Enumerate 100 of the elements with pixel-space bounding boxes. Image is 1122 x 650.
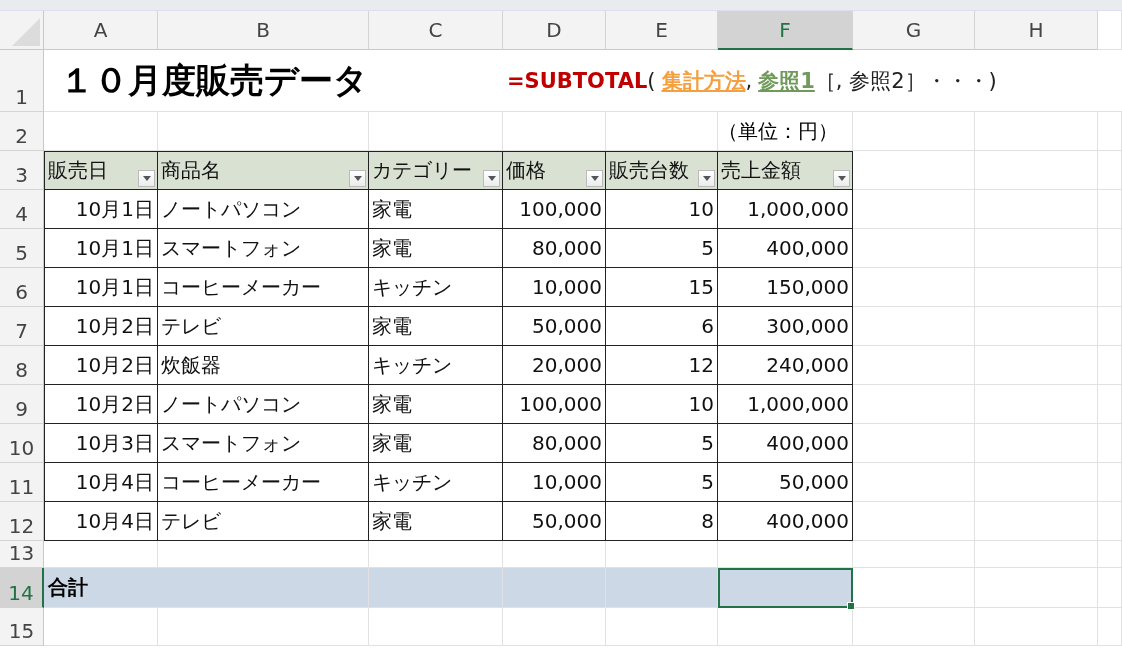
caret-icon: [353, 176, 362, 181]
column-header[interactable]: H: [975, 11, 1098, 50]
table-cell: キッチン: [369, 268, 503, 307]
table-cell: 家電: [369, 190, 503, 229]
empty-cell: [1098, 190, 1122, 229]
row-header[interactable]: 9: [0, 385, 44, 424]
empty-cell: [1098, 346, 1122, 385]
column-heading: 商品名: [158, 151, 369, 190]
filter-button[interactable]: [833, 170, 850, 187]
table-cell: 80,000: [503, 424, 606, 463]
row-header[interactable]: 15: [0, 608, 44, 646]
table-cell: テレビ: [158, 502, 369, 541]
table-cell: 10: [606, 385, 718, 424]
row-header[interactable]: 10: [0, 424, 44, 463]
empty-cell: [1098, 608, 1122, 646]
filter-button[interactable]: [586, 170, 603, 187]
fill-handle[interactable]: [847, 602, 855, 610]
table-cell: 家電: [369, 229, 503, 268]
table-cell: 家電: [369, 502, 503, 541]
row-header[interactable]: 8: [0, 346, 44, 385]
caret-icon: [837, 176, 846, 181]
column-header[interactable]: A: [44, 11, 158, 50]
formula-text: =SUBTOTAL( 集計方法, 参照1［, 参照2］・・・): [503, 50, 1122, 112]
filter-button[interactable]: [349, 170, 366, 187]
table-cell: ノートパソコン: [158, 385, 369, 424]
sheet-title: １０月度販売データ: [44, 50, 503, 112]
table-cell: スマートフォン: [158, 424, 369, 463]
column-heading: カテゴリー: [369, 151, 503, 190]
column-header[interactable]: G: [853, 11, 975, 50]
row-header[interactable]: 4: [0, 190, 44, 229]
table-cell: 1,000,000: [718, 385, 853, 424]
row-header[interactable]: 3: [0, 151, 44, 190]
table-cell: キッチン: [369, 463, 503, 502]
table-cell: 400,000: [718, 424, 853, 463]
caret-icon: [702, 176, 711, 181]
table-cell: 150,000: [718, 268, 853, 307]
row-header[interactable]: 11: [0, 463, 44, 502]
empty-cell: [1098, 151, 1122, 190]
table-cell: 400,000: [718, 502, 853, 541]
table-cell: 10月2日: [44, 307, 158, 346]
table-cell: 5: [606, 463, 718, 502]
table-cell: 10月1日: [44, 268, 158, 307]
table-cell: スマートフォン: [158, 229, 369, 268]
table-cell: 10月4日: [44, 502, 158, 541]
table-cell: 8: [606, 502, 718, 541]
column-header[interactable]: B: [158, 11, 369, 50]
empty-cell: [1098, 568, 1122, 608]
table-cell: 10月3日: [44, 424, 158, 463]
table-cell: 10月2日: [44, 385, 158, 424]
table-cell: 家電: [369, 385, 503, 424]
row-header[interactable]: 2: [0, 112, 44, 151]
table-cell: ノートパソコン: [158, 190, 369, 229]
table-cell: 20,000: [503, 346, 606, 385]
table-cell: 100,000: [503, 385, 606, 424]
column-heading: 売上金額: [718, 151, 853, 190]
row-header[interactable]: 13: [0, 541, 44, 568]
table-cell: 80,000: [503, 229, 606, 268]
column-heading: 販売日: [44, 151, 158, 190]
table-cell: 240,000: [718, 346, 853, 385]
table-cell: コーヒーメーカー: [158, 463, 369, 502]
table-cell: 10月1日: [44, 229, 158, 268]
table-cell: 400,000: [718, 229, 853, 268]
table-cell: テレビ: [158, 307, 369, 346]
row-header[interactable]: 14: [0, 568, 44, 608]
table-cell: キッチン: [369, 346, 503, 385]
column-header[interactable]: C: [369, 11, 503, 50]
table-cell: 家電: [369, 424, 503, 463]
row-header[interactable]: 12: [0, 502, 44, 541]
row-header[interactable]: 6: [0, 268, 44, 307]
caret-icon: [142, 176, 151, 181]
column-header[interactable]: F: [718, 11, 853, 50]
table-cell: 12: [606, 346, 718, 385]
selected-cell[interactable]: [718, 568, 853, 608]
empty-cell: [1098, 112, 1122, 151]
table-cell: 5: [606, 229, 718, 268]
filter-button[interactable]: [698, 170, 715, 187]
empty-cell: [1098, 268, 1122, 307]
total-label: 合計: [44, 568, 158, 608]
table-cell: 10: [606, 190, 718, 229]
table-cell: 10月2日: [44, 346, 158, 385]
empty-cell: [1098, 541, 1122, 568]
empty-cell: [1098, 424, 1122, 463]
table-cell: 炊飯器: [158, 346, 369, 385]
table-cell: コーヒーメーカー: [158, 268, 369, 307]
column-header[interactable]: D: [503, 11, 606, 50]
row-header[interactable]: 7: [0, 307, 44, 346]
table-cell: 10,000: [503, 463, 606, 502]
caret-icon: [590, 176, 599, 181]
row-header[interactable]: 1: [0, 50, 44, 112]
filter-button[interactable]: [138, 170, 155, 187]
table-cell: 50,000: [718, 463, 853, 502]
row-header[interactable]: 5: [0, 229, 44, 268]
filter-button[interactable]: [483, 170, 500, 187]
column-header[interactable]: E: [606, 11, 718, 50]
table-cell: 10,000: [503, 268, 606, 307]
column-heading: 価格: [503, 151, 606, 190]
column-heading: 販売台数: [606, 151, 718, 190]
table-cell: 10月1日: [44, 190, 158, 229]
table-cell: 100,000: [503, 190, 606, 229]
table-cell: 50,000: [503, 307, 606, 346]
